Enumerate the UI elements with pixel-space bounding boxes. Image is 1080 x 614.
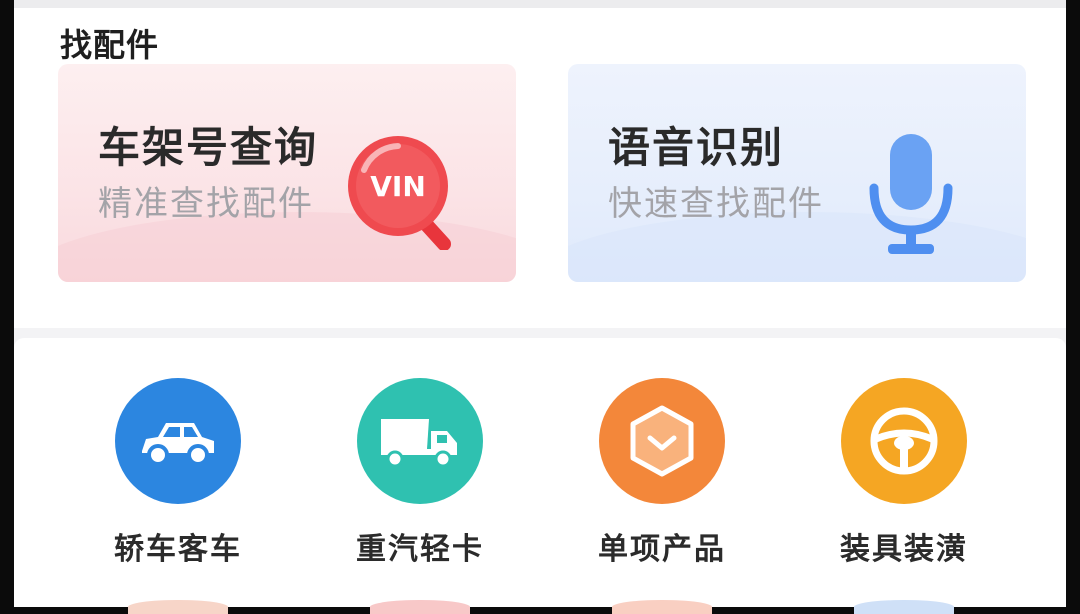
vin-badge-text: VIN [370,170,426,203]
vin-query-card[interactable]: 车架号查询 精准查找配件 VIN [58,64,516,282]
category-label: 单项产品 [598,532,726,567]
category-label: 重汽轻卡 [356,532,484,567]
next-row-icon-hint [854,600,954,614]
vin-magnifier-icon: VIN [348,136,451,250]
box-icon [599,378,725,504]
next-row-icon-hint [612,600,712,614]
category-panel: 轿车客车 重汽轻卡 单项产品 装具装潢 [14,338,1066,614]
find-parts-panel: 找配件 车架号查询 精准查找配件 VIN 语音识别 快速查找配件 [14,8,1066,328]
voice-recognition-subtitle: 快速查找配件 [608,184,824,224]
category-label: 轿车客车 [114,532,242,567]
microphone-icon [869,134,953,254]
voice-recognition-title: 语音识别 [608,123,785,172]
category-label: 装具装潢 [840,532,968,567]
category-heavy-light-truck[interactable]: 重汽轻卡 [335,378,505,568]
top-divider [14,0,1066,8]
steering-wheel-icon [841,378,967,504]
phone-screen: 找配件 车架号查询 精准查找配件 VIN 语音识别 快速查找配件 轿车客车 重汽… [14,0,1066,614]
next-row-icon-hint [128,600,228,614]
voice-recognition-card[interactable]: 语音识别 快速查找配件 [568,64,1026,282]
next-row-icon-hint [370,600,470,614]
section-title: 找配件 [60,26,160,64]
truck-icon [357,378,483,504]
category-accessories-decoration[interactable]: 装具装潢 [819,378,989,568]
vin-query-title: 车架号查询 [98,123,319,172]
vin-query-subtitle: 精准查找配件 [98,184,314,224]
car-icon [115,378,241,504]
category-sedan-bus[interactable]: 轿车客车 [93,378,263,568]
category-single-product[interactable]: 单项产品 [577,378,747,568]
